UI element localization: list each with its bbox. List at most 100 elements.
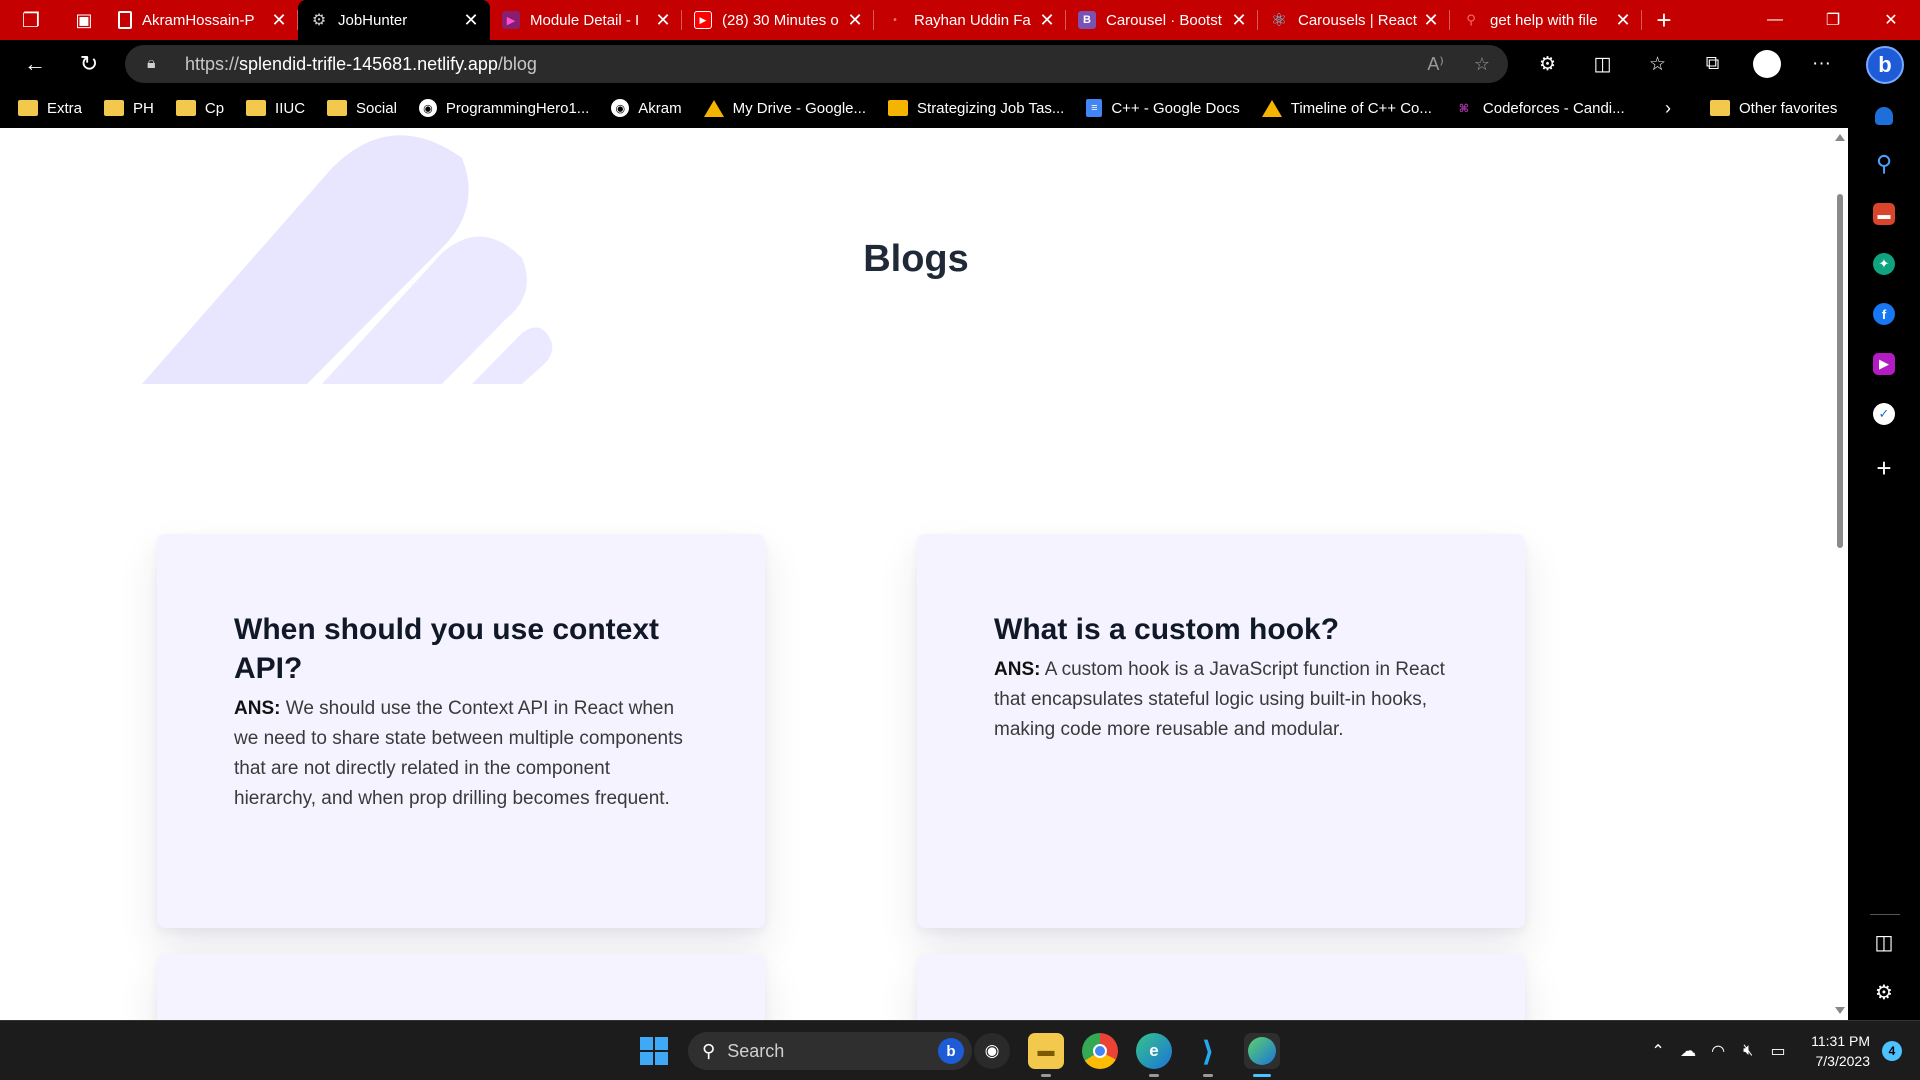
github-desktop-icon[interactable]: ◉ bbox=[974, 1033, 1010, 1069]
github-icon: ◉ bbox=[611, 99, 630, 117]
facebook-icon[interactable]: f bbox=[1848, 294, 1920, 334]
chevron-right-icon[interactable]: › bbox=[1665, 88, 1671, 128]
edge-icon[interactable] bbox=[1244, 1033, 1280, 1077]
taskbar-search[interactable]: ⚲ Search b bbox=[688, 1032, 972, 1070]
favorites-icon[interactable]: ☆ bbox=[1630, 53, 1685, 76]
google-drive-icon bbox=[1261, 99, 1282, 117]
read-aloud-icon[interactable]: A⁾ bbox=[1427, 54, 1443, 75]
scroll-up-icon[interactable] bbox=[1835, 134, 1845, 141]
page-title: Blogs bbox=[863, 238, 969, 280]
close-icon[interactable]: ✕ bbox=[1612, 10, 1634, 31]
restore-icon[interactable]: ❐ bbox=[1804, 0, 1862, 40]
favorite-iiuc[interactable]: IIUC bbox=[246, 100, 305, 117]
close-icon[interactable]: ✕ bbox=[1420, 10, 1442, 31]
folder-icon bbox=[1710, 100, 1730, 116]
clock[interactable]: 11:31 PM 7/3/2023 bbox=[1811, 1031, 1870, 1071]
tools-icon[interactable]: ▬ bbox=[1848, 194, 1920, 234]
collections-icon[interactable]: ⧉ bbox=[1685, 53, 1740, 75]
youtube-icon: ▶ bbox=[694, 11, 712, 29]
favorite-cp[interactable]: Cp bbox=[175, 100, 224, 117]
favorite-cpp-docs[interactable]: ≡ C++ - Google Docs bbox=[1086, 99, 1240, 117]
new-tab-button[interactable]: + bbox=[1642, 0, 1686, 40]
todo-icon[interactable]: ✓ bbox=[1848, 394, 1920, 434]
favorite-extra[interactable]: Extra bbox=[18, 100, 82, 117]
favorite-codeforces[interactable]: ⌘ Codeforces - Candi... bbox=[1454, 100, 1625, 117]
google-drive-icon bbox=[703, 99, 724, 117]
tab-youtube[interactable]: ▶ (28) 30 Minutes o ✕ bbox=[682, 0, 874, 40]
address-bar[interactable]: 🔒︎ https://splendid-trifle-145681.netlif… bbox=[125, 45, 1508, 83]
notification-badge[interactable]: 4 bbox=[1882, 1041, 1902, 1061]
close-icon[interactable]: ✕ bbox=[268, 10, 290, 31]
tab-title: AkramHossain-P bbox=[142, 11, 255, 29]
close-icon[interactable]: ✕ bbox=[1036, 10, 1058, 31]
chrome-icon[interactable] bbox=[1082, 1033, 1118, 1069]
react-icon: ⚛ bbox=[1270, 9, 1288, 30]
tab-actions-icon[interactable]: ▣ bbox=[62, 0, 106, 40]
lock-icon[interactable]: 🔒︎ bbox=[147, 55, 167, 73]
page-scrollbar[interactable] bbox=[1832, 128, 1848, 1020]
wifi-icon[interactable]: ◠ bbox=[1703, 1041, 1733, 1061]
tab-bootstrap[interactable]: B Carousel · Bootst ✕ bbox=[1066, 0, 1258, 40]
google-docs-icon: ≡ bbox=[1086, 99, 1103, 117]
tab-search[interactable]: ⚲ get help with file ✕ bbox=[1450, 0, 1642, 40]
folder-icon bbox=[175, 100, 196, 116]
more-options-icon[interactable]: ··· bbox=[1794, 53, 1849, 75]
tab-title: Rayhan Uddin Fa bbox=[914, 11, 1031, 29]
other-favorites[interactable]: Other favorites bbox=[1710, 88, 1837, 128]
close-icon[interactable]: ✕ bbox=[460, 10, 482, 31]
tab-akramhossain[interactable]: AkramHossain-P ✕ bbox=[106, 0, 298, 40]
tab-title: Module Detail - I bbox=[530, 11, 640, 29]
favorite-social[interactable]: Social bbox=[327, 100, 397, 117]
favorite-my-drive[interactable]: My Drive - Google... bbox=[703, 99, 866, 117]
bell-icon[interactable] bbox=[1848, 96, 1920, 136]
ph-icon[interactable]: ▶ bbox=[1848, 344, 1920, 384]
minimize-icon[interactable]: — bbox=[1746, 0, 1804, 40]
favorite-strategizing[interactable]: Strategizing Job Tas... bbox=[888, 100, 1064, 117]
file-explorer-icon[interactable]: ▬ bbox=[1028, 1033, 1064, 1077]
split-screen-icon[interactable]: ◫ bbox=[1575, 53, 1630, 76]
onedrive-icon[interactable]: ☁ bbox=[1673, 1041, 1703, 1061]
github-icon: ◉ bbox=[418, 99, 437, 117]
profile-avatar[interactable] bbox=[1753, 50, 1781, 78]
tab-title: get help with file bbox=[1490, 11, 1598, 29]
scrollbar-thumb[interactable] bbox=[1837, 194, 1843, 548]
extensions-icon[interactable]: ⚙ bbox=[1520, 53, 1575, 76]
add-icon[interactable]: + bbox=[1848, 448, 1920, 488]
tab-rayhan[interactable]: • Rayhan Uddin Fa ✕ bbox=[874, 0, 1066, 40]
chevron-up-icon[interactable]: ⌃ bbox=[1643, 1041, 1673, 1061]
favorite-ph[interactable]: PH bbox=[104, 100, 154, 117]
sidebar-divider bbox=[1870, 914, 1900, 915]
hide-sidebar-icon[interactable]: ◫ bbox=[1848, 922, 1920, 962]
tab-react-carousel[interactable]: ⚛ Carousels | React ✕ bbox=[1258, 0, 1450, 40]
bing-icon: b bbox=[938, 1038, 964, 1064]
volume-muted-icon[interactable]: 🔇︎ bbox=[1733, 1042, 1763, 1060]
blog-answer: ANS: We should use the Context API in Re… bbox=[234, 698, 683, 809]
search-icon[interactable]: ⚲ bbox=[1848, 144, 1920, 184]
edge-dev-icon[interactable]: e bbox=[1136, 1033, 1172, 1077]
close-icon[interactable]: ✕ bbox=[652, 10, 674, 31]
blog-question: When should you use context API? bbox=[234, 613, 660, 685]
tab-jobhunter[interactable]: ⚙ JobHunter ✕ bbox=[298, 0, 490, 40]
favorite-akram[interactable]: ◉ Akram bbox=[611, 99, 682, 117]
close-icon[interactable]: ✕ bbox=[1228, 10, 1250, 31]
favorite-star-icon[interactable]: ☆ bbox=[1474, 54, 1490, 75]
chatgpt-icon[interactable]: ✦ bbox=[1848, 244, 1920, 284]
windows-start-icon[interactable] bbox=[640, 1037, 668, 1065]
loading-icon: • bbox=[893, 14, 897, 26]
workspaces-icon[interactable]: ❐ bbox=[0, 0, 62, 40]
favorite-timeline-cpp[interactable]: Timeline of C++ Co... bbox=[1261, 99, 1432, 117]
toolbar-icons: ⚙ ◫ ☆ ⧉ ··· bbox=[1520, 40, 1849, 88]
tab-module-detail[interactable]: ▶ Module Detail - I ✕ bbox=[490, 0, 682, 40]
close-icon[interactable]: ✕ bbox=[844, 10, 866, 31]
vscode-icon[interactable]: ⟩ bbox=[1190, 1033, 1226, 1077]
refresh-icon[interactable]: ↻ bbox=[62, 40, 116, 88]
close-window-icon[interactable]: ✕ bbox=[1862, 0, 1920, 40]
back-icon[interactable]: ← bbox=[8, 40, 62, 88]
settings-icon[interactable]: ⚙ bbox=[1848, 972, 1920, 1012]
favorite-programminghero[interactable]: ◉ ProgrammingHero1... bbox=[418, 99, 589, 117]
search-icon: ⚲ bbox=[1466, 12, 1476, 27]
scroll-down-icon[interactable] bbox=[1835, 1007, 1845, 1014]
battery-icon[interactable]: ▭ bbox=[1763, 1041, 1793, 1061]
navigation-toolbar: ← ↻ 🔒︎ https://splendid-trifle-145681.ne… bbox=[0, 40, 1920, 88]
bing-chat-icon[interactable]: b bbox=[1866, 46, 1904, 84]
